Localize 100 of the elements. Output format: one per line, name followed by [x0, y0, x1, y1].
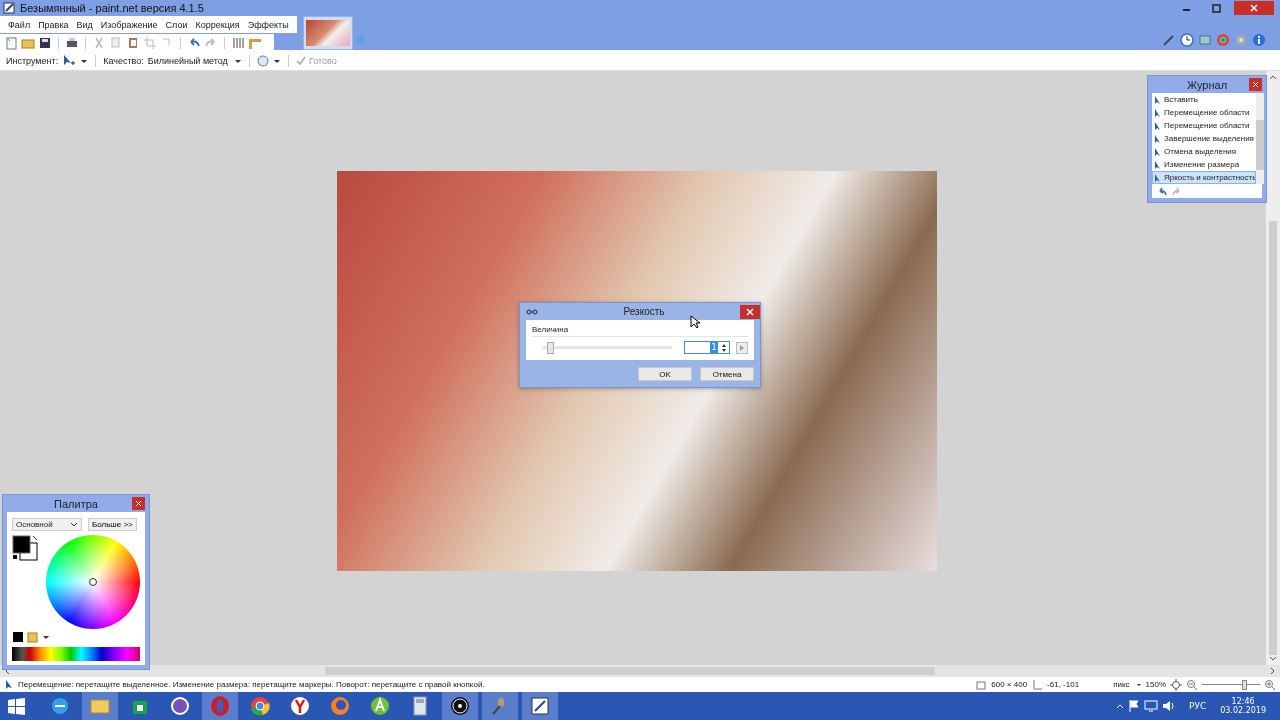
undo-icon[interactable]	[1156, 186, 1168, 196]
caret-icon	[1135, 682, 1142, 687]
zoom-level[interactable]: 150%	[1145, 680, 1166, 689]
network-icon[interactable]	[1144, 699, 1158, 713]
flag-icon[interactable]	[1128, 699, 1140, 713]
close-icon[interactable]	[740, 304, 760, 319]
history-step-icon	[1154, 94, 1162, 105]
scroll-right-icon[interactable]	[1269, 666, 1277, 676]
caret-icon	[233, 57, 242, 64]
history-item[interactable]: Отмена выделения	[1152, 145, 1257, 158]
menu-item[interactable]: Эффекты	[243, 19, 293, 30]
close-icon[interactable]	[132, 497, 145, 510]
menu-item[interactable]: Коррекция	[191, 19, 244, 30]
history-step-icon	[1154, 146, 1162, 157]
close-icon[interactable]	[1234, 1, 1274, 15]
chevron-up-icon[interactable]	[1116, 702, 1124, 710]
history-item[interactable]: Изменение размера	[1152, 158, 1257, 171]
scroll-down-icon[interactable]	[1268, 655, 1278, 663]
menu-item[interactable]: Правка	[34, 19, 73, 30]
history-step-icon	[1154, 107, 1162, 118]
color-wheel-icon[interactable]	[1216, 33, 1230, 47]
color-swatches-drawing[interactable]	[12, 647, 140, 661]
caret-icon[interactable]	[42, 634, 50, 640]
more-button[interactable]: Больше >>	[88, 518, 137, 531]
zoom-fit-icon[interactable]	[1170, 678, 1182, 691]
color-swatch-icon[interactable]	[12, 631, 24, 643]
dialog-title: Резкость	[622, 306, 666, 317]
panel-title: Журнал	[1186, 78, 1228, 91]
amount-label: Величина	[532, 325, 748, 337]
image-size: 600 × 400	[991, 680, 1028, 689]
history-item[interactable]: Перемещение области	[1152, 106, 1257, 119]
history-step-icon	[1154, 159, 1162, 170]
history-item[interactable]: Перемещение области	[1152, 119, 1257, 132]
caret-icon[interactable]	[80, 57, 89, 64]
taskbar-button[interactable]	[522, 692, 558, 720]
input-language[interactable]: РУС	[1189, 701, 1207, 711]
glasses-icon	[526, 307, 538, 316]
printer-icon[interactable]	[65, 35, 79, 50]
date: 03.02.2019	[1220, 706, 1266, 715]
image-size-icon	[975, 678, 988, 691]
app-icon	[3, 1, 15, 15]
checkmark-icon	[295, 55, 306, 66]
a-letter-icon	[369, 695, 391, 717]
time: 12:46	[1231, 697, 1255, 706]
zoom-out-icon[interactable]	[1186, 678, 1198, 691]
y-letter-icon	[289, 695, 311, 717]
mode-dropdown[interactable]: Основной	[12, 518, 82, 531]
move-arrow-icon	[4, 679, 14, 690]
circle-logo-icon	[249, 695, 271, 717]
history-item[interactable]: Вставить	[1152, 93, 1257, 106]
caret-icon[interactable]	[272, 57, 281, 64]
menu-item[interactable]: Изображение	[96, 19, 162, 30]
spin-arrows-icon[interactable]	[720, 342, 728, 353]
close-icon[interactable]	[1249, 78, 1262, 91]
menu-item[interactable]: Файл	[4, 19, 35, 30]
clipboard-icon[interactable]	[126, 35, 140, 50]
image-tab[interactable]	[302, 16, 353, 50]
tool-label: Инструмент:	[6, 55, 59, 66]
zoom-in-icon[interactable]	[1264, 678, 1276, 691]
vertical-scrollbar[interactable]	[1266, 71, 1280, 665]
history-scrollbar[interactable]	[1256, 93, 1265, 184]
quality-label: Качество:	[103, 55, 144, 66]
image-thumbnail	[305, 20, 350, 46]
slider-thumb[interactable]	[546, 341, 554, 354]
horizontal-scrollbar[interactable]	[0, 665, 1280, 677]
window-title: Безымянный - paint.net версия 4.1.5	[20, 2, 204, 14]
maximize-icon[interactable]	[1210, 1, 1223, 15]
slider-thumb[interactable]	[1241, 679, 1247, 690]
panel-title: Палитра	[54, 497, 98, 510]
status-hint: Перемещение: перетащите выделенное. Изменение размера: перетащите маркеры. Поворот: перетащите с правой кнопкой.	[18, 680, 485, 689]
taskbar-button[interactable]	[442, 692, 478, 720]
move-arrow-icon[interactable]	[62, 54, 77, 67]
menu-item[interactable]: Вид	[72, 19, 97, 30]
caret-icon	[70, 521, 78, 528]
cursor-position-icon	[1031, 678, 1044, 691]
primary-secondary-colors-drawing[interactable]	[12, 535, 38, 561]
history-item[interactable]: Завершение выделения	[1152, 132, 1257, 145]
cursor-position: -61, -101	[1047, 680, 1080, 689]
new-file-icon[interactable]	[4, 35, 18, 50]
units-dropdown[interactable]: пикс	[1113, 680, 1142, 689]
history-step-icon	[1154, 172, 1162, 183]
grid-icon[interactable]	[231, 35, 245, 50]
speaker-icon[interactable]	[1162, 699, 1175, 713]
clock[interactable]: 12:46 03.02.2019	[1220, 697, 1266, 715]
ok-button[interactable]: OK	[638, 367, 692, 381]
help-icon[interactable]	[1252, 33, 1266, 47]
scroll-up-icon[interactable]	[1268, 73, 1278, 81]
menu-item[interactable]: Слои	[161, 19, 192, 30]
cancel-button[interactable]: Отмена	[700, 367, 754, 381]
save-icon[interactable]	[38, 35, 52, 50]
clock-icon[interactable]	[1180, 33, 1194, 47]
reset-icon[interactable]	[736, 341, 748, 354]
scrollbar-thumb[interactable]	[1256, 120, 1265, 170]
history-step-icon	[1154, 133, 1162, 144]
history-step-icon	[1154, 120, 1162, 131]
scrollbar-thumb[interactable]	[1269, 221, 1277, 655]
paint-window-icon	[529, 695, 551, 717]
o-letter-icon	[209, 695, 231, 717]
windows-logo-icon[interactable]	[8, 697, 25, 715]
history-item[interactable]: Яркость и контрастность	[1152, 171, 1257, 184]
